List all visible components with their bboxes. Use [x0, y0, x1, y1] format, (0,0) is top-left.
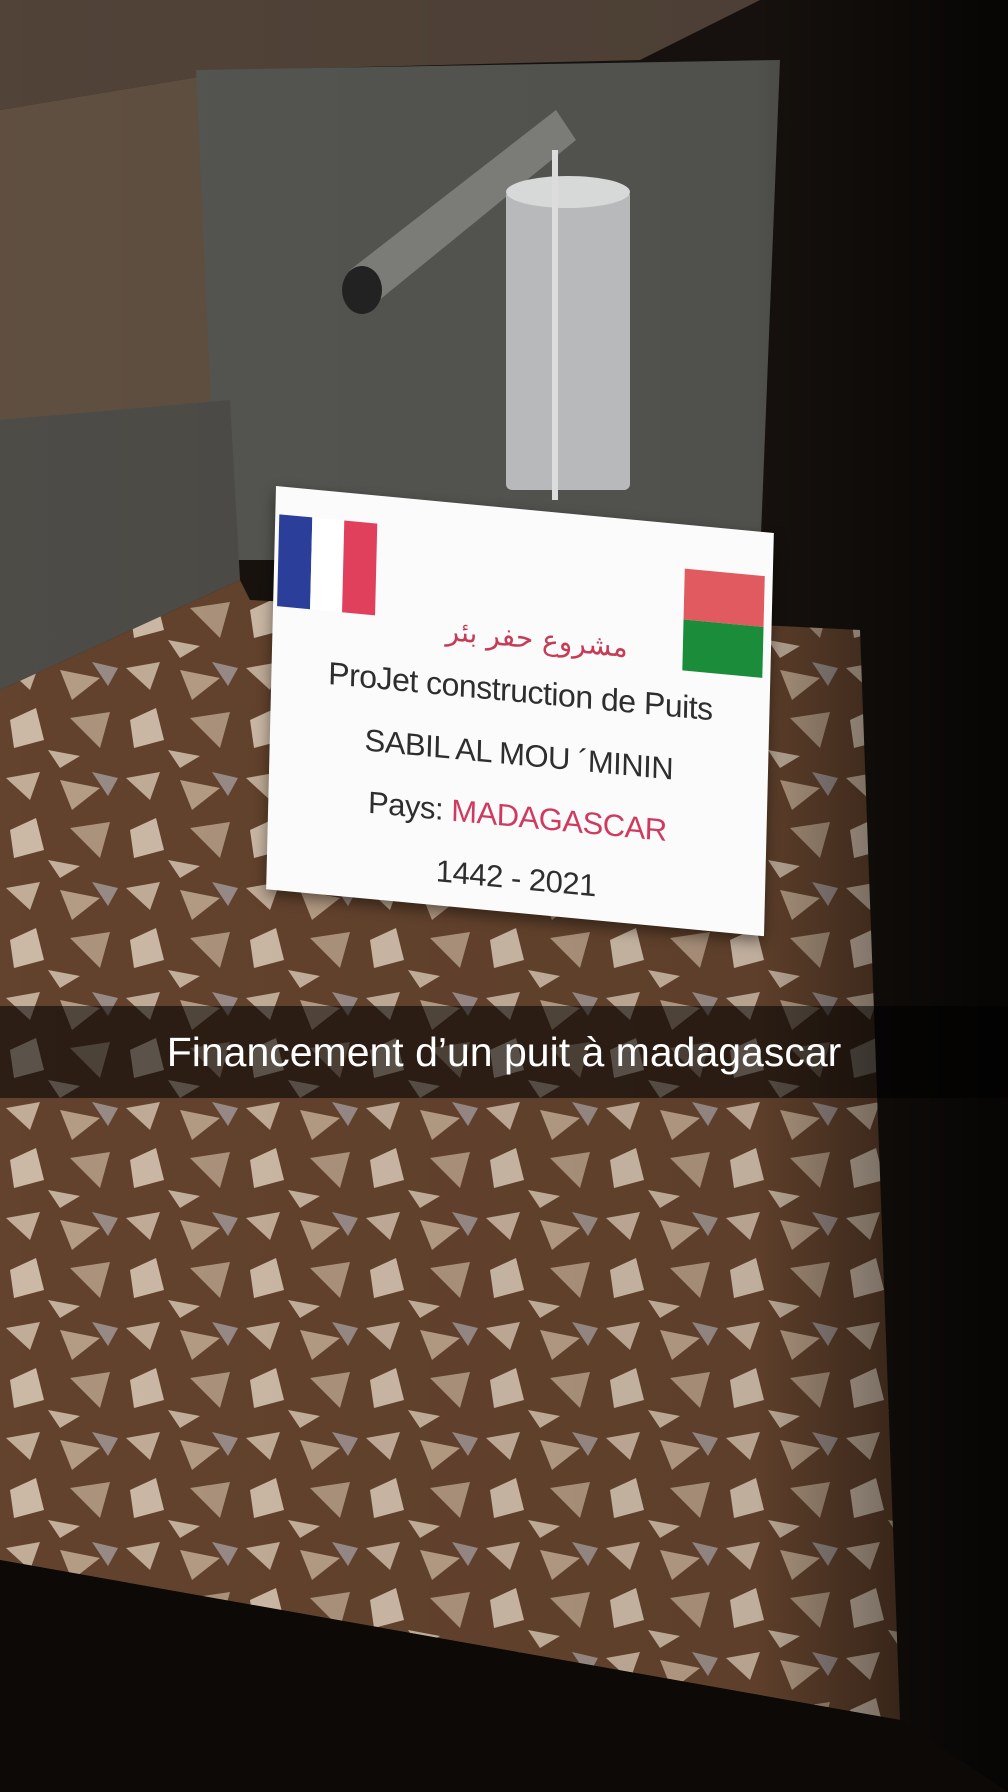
project-sign: مشروع حفر بئر ProJet construction de Pui… [266, 486, 774, 937]
flag-stripe-red [342, 520, 378, 616]
flag-stripe-green [682, 619, 764, 678]
country-value: MADAGASCAR [450, 792, 668, 848]
france-flag-icon [277, 514, 378, 616]
name-line: SABIL AL MOU ´MININ [364, 722, 674, 787]
flag-stripe-red [683, 568, 765, 628]
caption-bar: Financement d’un puit à madagascar [0, 1006, 1008, 1098]
country-line: Pays: MADAGASCAR [298, 778, 737, 855]
flag-stripe-blue [277, 514, 312, 610]
pump-body [506, 150, 630, 500]
arabic-title: مشروع حفر بئر [445, 614, 629, 665]
caption-text: Financement d’un puit à madagascar [166, 1028, 842, 1075]
country-label: Pays: [367, 784, 444, 827]
madagascar-flag-icon [682, 568, 765, 678]
flag-stripe-white [309, 517, 345, 613]
